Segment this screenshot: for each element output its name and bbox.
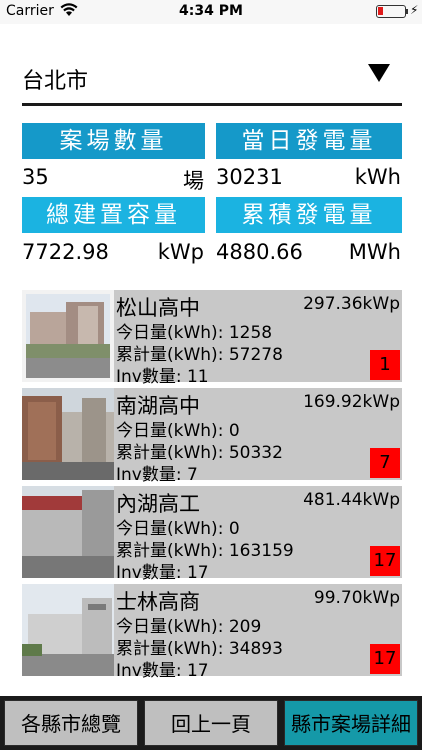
site-row-songshan[interactable]: 松山高中 297.36kWp 今日量(kWh): 1258 累計量(kWh): … [22,290,402,387]
status-bar: Carrier 4:34 PM ⚡ [0,0,422,24]
site-photo [22,584,114,676]
daily-power-value: 30231 [216,165,283,189]
alert-badge[interactable]: 1 [370,350,400,380]
selected-city: 台北市 [22,69,89,94]
total-capacity-header: 總建置容量 [22,197,205,233]
bottom-nav: 各縣市總覽 回上一頁 縣市案場詳細 [0,696,422,750]
charging-icon: ⚡ [410,3,419,17]
alert-badge[interactable]: 7 [370,448,400,478]
dropdown-triangle-icon[interactable] [368,64,390,82]
site-inv: Inv數量: 11 [116,367,209,387]
daily-power-header: 當日發電量 [216,123,402,159]
daily-power-unit: kWh [354,165,401,189]
site-inv: Inv數量: 7 [116,465,198,485]
cumulative-power-unit: MWh [348,240,401,264]
site-inv: Inv數量: 17 [116,563,209,583]
site-row-shilin[interactable]: 士林高商 99.70kWp 今日量(kWh): 209 累計量(kWh): 34… [22,584,402,681]
clock: 4:34 PM [179,3,243,19]
back-button[interactable]: 回上一頁 [144,700,278,746]
battery-icon [376,5,406,18]
site-count-unit: 場 [183,169,204,193]
site-list[interactable]: 松山高中 297.36kWp 今日量(kWh): 1258 累計量(kWh): … [22,290,402,682]
site-count-header: 案場數量 [22,123,205,159]
alert-badge[interactable]: 17 [370,546,400,576]
site-inv: Inv數量: 17 [116,661,209,681]
site-photo [22,290,114,382]
overview-button[interactable]: 各縣市總覽 [4,700,138,746]
site-photo [22,388,114,480]
cumulative-power-value: 4880.66 [216,240,303,264]
site-row-nanhu[interactable]: 南湖高中 169.92kWp 今日量(kWh): 0 累計量(kWh): 503… [22,388,402,485]
cumulative-power-header: 累積發電量 [216,197,402,233]
site-capacity: 297.36kWp [303,294,400,314]
site-capacity: 99.70kWp [313,588,400,608]
total-capacity-unit: kWp [157,240,204,264]
site-capacity: 481.44kWp [303,490,400,510]
site-photo [22,486,114,578]
site-count-value: 35 [22,165,49,189]
alert-badge[interactable]: 17 [370,644,400,674]
site-capacity: 169.92kWp [303,392,400,412]
detail-button[interactable]: 縣市案場詳細 [284,700,418,746]
site-row-neihu[interactable]: 內湖高工 481.44kWp 今日量(kWh): 0 累計量(kWh): 163… [22,486,402,583]
total-capacity-value: 7722.98 [22,240,109,264]
battery-tip [406,9,408,14]
city-dropdown[interactable]: 台北市 [22,54,402,106]
dropdown-underline [22,103,402,106]
